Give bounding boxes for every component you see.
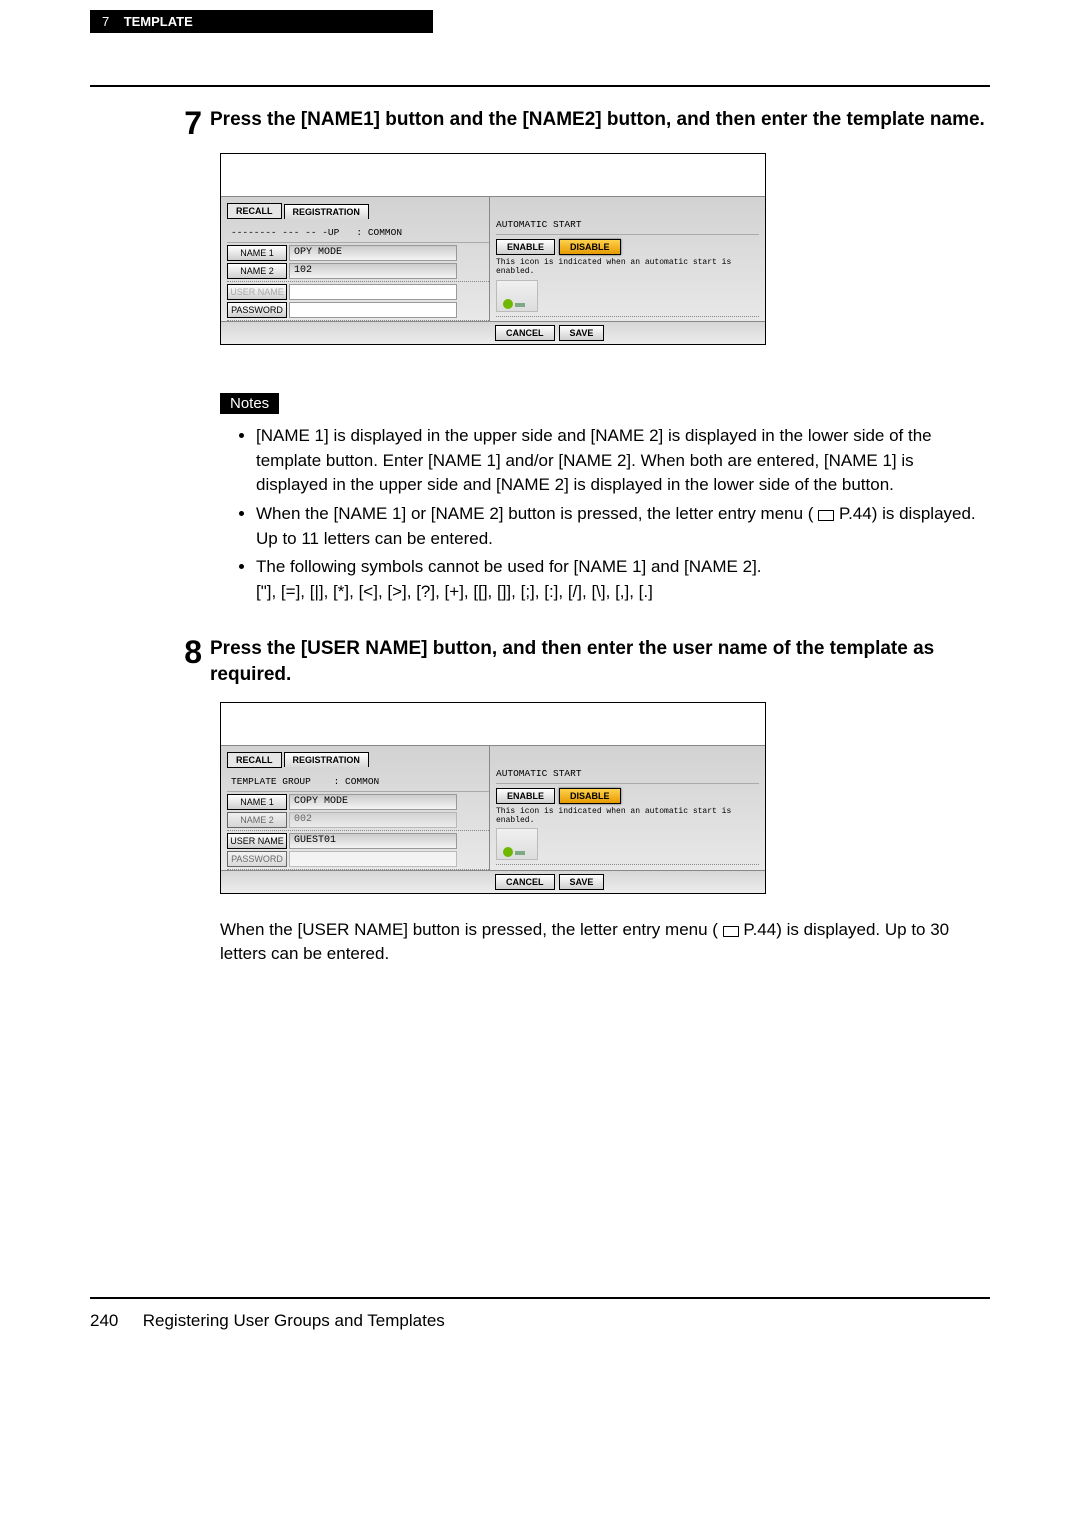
book-icon-2 xyxy=(723,924,739,937)
page-header: 7 TEMPLATE xyxy=(0,0,1080,33)
recall-tab-2[interactable]: RECALL xyxy=(227,752,282,768)
cancel-button[interactable]: CANCEL xyxy=(495,325,555,341)
name1-value[interactable]: OPY MODE xyxy=(289,245,457,261)
name1-button[interactable]: NAME 1 xyxy=(227,245,287,261)
enable-button-2[interactable]: ENABLE xyxy=(496,788,555,804)
autostart-hint: This icon is indicated when an automatic… xyxy=(496,259,759,277)
cancel-button-2[interactable]: CANCEL xyxy=(495,874,555,890)
template-group-line-2: TEMPLATE GROUP : COMMON xyxy=(227,774,489,792)
notes-list: [NAME 1] is displayed in the upper side … xyxy=(220,424,990,604)
footer-title: Registering User Groups and Templates xyxy=(143,1311,445,1330)
username-value-2[interactable]: GUEST01 xyxy=(289,833,457,849)
section-title: TEMPLATE xyxy=(124,14,193,29)
step-number-7: 7 xyxy=(178,107,202,139)
tab-row-2: RECALL REGISTRATION xyxy=(227,752,489,768)
recall-tab[interactable]: RECALL xyxy=(227,203,282,219)
registration-panel-1: RECALL REGISTRATION -------- --- -- -UP … xyxy=(220,153,766,345)
note-3-a: The following symbols cannot be used for… xyxy=(256,557,762,576)
username-button-2[interactable]: USER NAME xyxy=(227,833,287,849)
username-value[interactable] xyxy=(289,284,457,300)
password-value[interactable] xyxy=(289,302,457,318)
username-button[interactable]: USER NAME xyxy=(227,284,287,300)
notes-badge: Notes xyxy=(220,393,279,414)
name2-value[interactable]: 102 xyxy=(289,263,457,279)
footnote-a: When the [USER NAME] button is pressed, … xyxy=(220,920,718,939)
template-group-line: -------- --- -- -UP : COMMON xyxy=(227,225,489,243)
note-2-a: When the [NAME 1] or [NAME 2] button is … xyxy=(256,504,813,523)
book-icon xyxy=(818,508,834,521)
save-button-2[interactable]: SAVE xyxy=(559,874,605,890)
registration-panel-2: RECALL REGISTRATION TEMPLATE GROUP : COM… xyxy=(220,702,766,894)
disable-button[interactable]: DISABLE xyxy=(559,239,621,255)
section-number: 7 xyxy=(102,14,109,29)
panel-2-wrap: RECALL REGISTRATION TEMPLATE GROUP : COM… xyxy=(220,702,990,967)
registration-tab[interactable]: REGISTRATION xyxy=(284,204,369,219)
name2-button-2[interactable]: NAME 2 xyxy=(227,812,287,828)
registration-tab-2[interactable]: REGISTRATION xyxy=(284,752,369,767)
autostart-hint-2: This icon is indicated when an automatic… xyxy=(496,808,759,826)
step-8-text: Press the [USER NAME] button, and then e… xyxy=(210,636,990,687)
name1-button-2[interactable]: NAME 1 xyxy=(227,794,287,810)
autostart-icon-2 xyxy=(496,828,538,860)
automatic-start-label: AUTOMATIC START xyxy=(496,217,759,235)
page-number: 240 xyxy=(90,1311,138,1331)
step-8: 8 Press the [USER NAME] button, and then… xyxy=(178,636,990,687)
name1-value-2[interactable]: COPY MODE xyxy=(289,794,457,810)
note-item-1: [NAME 1] is displayed in the upper side … xyxy=(256,424,990,498)
step-8-footnote: When the [USER NAME] button is pressed, … xyxy=(220,918,990,967)
automatic-start-label-2: AUTOMATIC START xyxy=(496,766,759,784)
password-value-2[interactable] xyxy=(289,851,457,867)
page-footer: 240 Registering User Groups and Template… xyxy=(90,1297,990,1331)
step-number-8: 8 xyxy=(178,636,202,668)
name2-button[interactable]: NAME 2 xyxy=(227,263,287,279)
note-item-3: The following symbols cannot be used for… xyxy=(256,555,990,604)
enable-button[interactable]: ENABLE xyxy=(496,239,555,255)
name2-value-2[interactable]: 002 xyxy=(289,812,457,828)
note-3-b: ["], [=], [|], [*], [<], [>], [?], [+], … xyxy=(256,582,653,601)
autostart-icon xyxy=(496,280,538,312)
section-tab: 7 TEMPLATE xyxy=(90,10,433,33)
tab-row: RECALL REGISTRATION xyxy=(227,203,489,219)
step-7-text: Press the [NAME1] button and the [NAME2]… xyxy=(210,107,990,133)
password-button[interactable]: PASSWORD xyxy=(227,302,287,318)
step-7: 7 Press the [NAME1] button and the [NAME… xyxy=(178,107,990,139)
disable-button-2[interactable]: DISABLE xyxy=(559,788,621,804)
panel-1-wrap: RECALL REGISTRATION -------- --- -- -UP … xyxy=(220,153,990,604)
horizontal-rule xyxy=(90,85,990,87)
save-button[interactable]: SAVE xyxy=(559,325,605,341)
password-button-2[interactable]: PASSWORD xyxy=(227,851,287,867)
note-item-2: When the [NAME 1] or [NAME 2] button is … xyxy=(256,502,990,551)
